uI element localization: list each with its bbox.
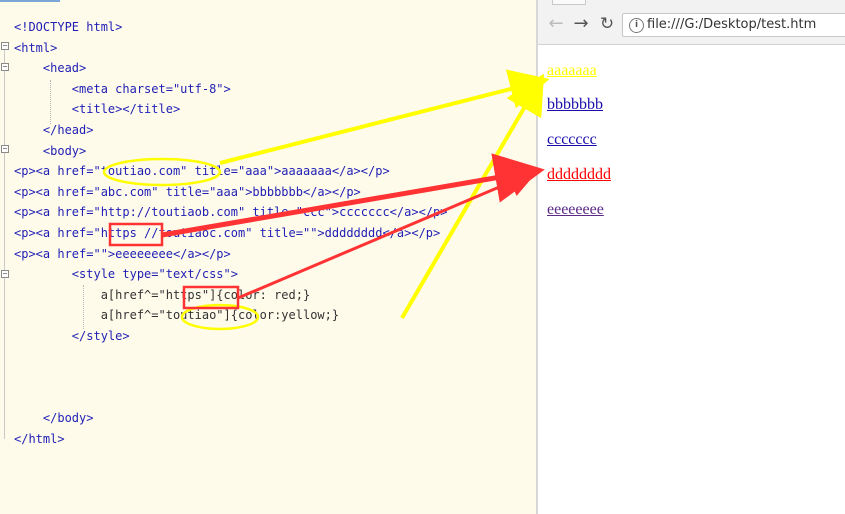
code-line: <p><a href="https //toutiaoc.com" title=… — [14, 225, 441, 240]
code-line: a[href^="https"]{color: red;} — [14, 287, 311, 302]
editor-tab-indicator — [0, 0, 60, 2]
link-ccccccc[interactable]: ccccccc — [547, 131, 597, 149]
code-line: <meta charset="utf-8"> — [14, 81, 231, 96]
info-icon[interactable]: i — [629, 18, 644, 33]
browser-toolbar: ← → ↻ i file:///G:/Desktop/test.htm — [538, 0, 845, 45]
code-line: <p><a href="http://toutiaob.com" title="… — [14, 205, 448, 220]
code-line: <p><a href="toutiao.com" title="aaa">aaa… — [14, 164, 390, 179]
code-line: <html> — [14, 40, 58, 55]
code-lines[interactable]: <!DOCTYPE html> <html> <head> <meta chars… — [14, 17, 447, 449]
link-bbbbbbb[interactable]: bbbbbbb — [547, 96, 603, 114]
code-line: <style type="text/css"> — [14, 267, 238, 282]
browser-tab[interactable] — [552, 0, 586, 5]
code-line: a[href^="toutiao"]{color:yellow;} — [14, 308, 340, 323]
code-line: </head> — [14, 122, 94, 137]
code-line: <p><a href="abc.com" title="aaa">bbbbbbb… — [14, 184, 361, 199]
link-aaaaaaa[interactable]: aaaaaaa — [547, 62, 597, 80]
code-line: </body> — [14, 411, 94, 426]
fold-style-icon[interactable]: − — [1, 270, 9, 278]
code-line: <!DOCTYPE html> — [14, 20, 123, 34]
fold-body-icon[interactable]: − — [1, 145, 9, 153]
fold-gutter-line — [4, 49, 5, 439]
reload-icon[interactable]: ↻ — [597, 14, 617, 34]
address-bar[interactable]: i file:///G:/Desktop/test.htm — [622, 13, 845, 37]
code-line: </html> — [14, 431, 65, 446]
code-line: <head> — [14, 61, 87, 76]
code-line: </style> — [14, 328, 130, 343]
browser-window: ← → ↻ i file:///G:/Desktop/test.htm aaaa… — [538, 0, 845, 514]
arrow-right-icon[interactable]: → — [571, 14, 591, 34]
fold-head-icon[interactable]: − — [1, 63, 9, 71]
url-text: file:///G:/Desktop/test.htm — [647, 17, 817, 32]
code-line: <body> — [14, 143, 87, 158]
link-eeeeeeee[interactable]: eeeeeeee — [547, 201, 604, 219]
fold-html-icon[interactable]: − — [1, 42, 9, 50]
code-line: <p><a href="">eeeeeeee</a></p> — [14, 246, 231, 261]
arrow-left-icon[interactable]: ← — [546, 14, 566, 34]
link-dddddddd[interactable]: dddddddd — [547, 166, 611, 184]
code-editor[interactable]: − − − − <!DOCTYPE html> <html> <head> <me… — [0, 0, 536, 514]
code-line: <title></title> — [14, 102, 181, 117]
